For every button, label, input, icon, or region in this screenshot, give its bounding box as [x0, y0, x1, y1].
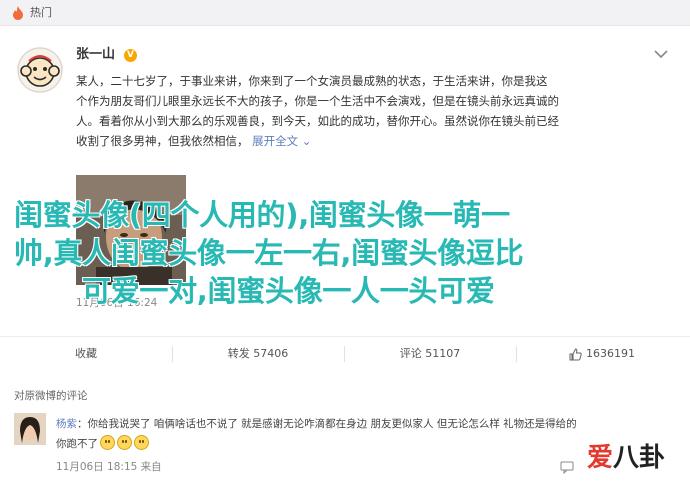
- overlay-line: 闺蜜头像(四个人用的),闺蜜头像一萌一: [14, 198, 510, 232]
- post-body: 某人，二十七岁了，于事业来讲，你来到了一个女演员最成熟的状态，于生活来讲，你是我…: [76, 71, 672, 151]
- top-bar-label[interactable]: 热门: [30, 6, 52, 20]
- author-name[interactable]: 张一山: [76, 47, 115, 63]
- author-avatar[interactable]: [17, 47, 63, 93]
- like-count: 1636191: [586, 347, 635, 360]
- repost-button[interactable]: 转发 57406: [172, 337, 344, 371]
- collect-label: 收藏: [75, 347, 97, 360]
- post-line: 个作为朋友哥们儿眼里永远长不大的孩子，你是一个生活中不会演戏，但是在镜头前永远真…: [76, 94, 559, 108]
- repost-label: 转发 57406: [227, 347, 289, 360]
- expand-full-text-link[interactable]: 展开全文: [252, 134, 298, 148]
- comment-text: 你跑不了: [56, 438, 98, 450]
- comment-line: 你跑不了: [56, 434, 676, 454]
- comment-button[interactable]: 评论 51107: [344, 337, 516, 371]
- commenter-name[interactable]: 杨紫: [56, 418, 77, 430]
- comments-header: 对原微博的评论: [14, 390, 88, 402]
- comment-body: 杨紫：你给我说哭了 咱俩啥话也不说了 就是感谢无论咋滴都在身边 朋友更似家人 但…: [56, 414, 676, 454]
- comment-line: 杨紫：你给我说哭了 咱俩啥话也不说了 就是感谢无论咋滴都在身边 朋友更似家人 但…: [56, 414, 676, 434]
- overlay-line: 可爱一对,闺蜜头像一人一头可爱: [82, 274, 495, 308]
- post-line: 人。看着你从小到大那么的乐观善良，到今天，如此的成功，替你开心。虽然说你在镜头前…: [76, 114, 559, 128]
- comment-text: ：你给我说哭了 咱俩啥话也不说了 就是感谢无论咋滴都在身边 朋友更似家人 但无论…: [77, 418, 577, 430]
- thumbs-up-icon: [569, 347, 582, 360]
- post-line: 收割了很多男神，但我依然相信， 展开全文 ⌄: [76, 131, 672, 151]
- post-line: 某人，二十七岁了，于事业来讲，你来到了一个女演员最成熟的状态，于生活来讲，你是我…: [76, 74, 548, 88]
- comment-timestamp: 11月06日 18:15 来自: [56, 461, 162, 473]
- verified-badge-icon: V: [124, 49, 137, 62]
- flame-icon: [13, 6, 23, 20]
- logo-text: 爱: [587, 443, 614, 473]
- smile-emoji-icon: [134, 435, 149, 450]
- overlay-caption: 闺蜜头像(四个人用的),闺蜜头像一萌一 帅,真人闺蜜头像一左一右,闺蜜头像逗比 …: [14, 196, 674, 310]
- overlay-line: 帅,真人闺蜜头像一左一右,闺蜜头像逗比: [14, 236, 524, 270]
- like-button[interactable]: 1636191: [516, 337, 688, 371]
- logo-text: 八卦: [613, 443, 666, 473]
- top-bar: 热门: [0, 0, 690, 26]
- reply-icon[interactable]: [560, 460, 574, 474]
- chevron-down-icon[interactable]: ⌄: [298, 134, 312, 148]
- smile-emoji-icon: [100, 435, 115, 450]
- monkey-avatar-icon: [17, 47, 63, 93]
- chevron-down-icon[interactable]: [654, 49, 668, 59]
- comment-label: 评论 51107: [399, 347, 461, 360]
- collect-button[interactable]: 收藏: [0, 337, 172, 371]
- commenter-avatar[interactable]: [14, 413, 46, 445]
- post-line-text: 收割了很多男神，但我依然相信，: [76, 134, 249, 148]
- portrait-image-icon: [14, 413, 46, 445]
- smile-emoji-icon: [117, 435, 132, 450]
- watermark-logo: 爱八卦: [587, 437, 683, 479]
- action-bar: 收藏 转发 57406 评论 51107 1636191: [0, 336, 690, 370]
